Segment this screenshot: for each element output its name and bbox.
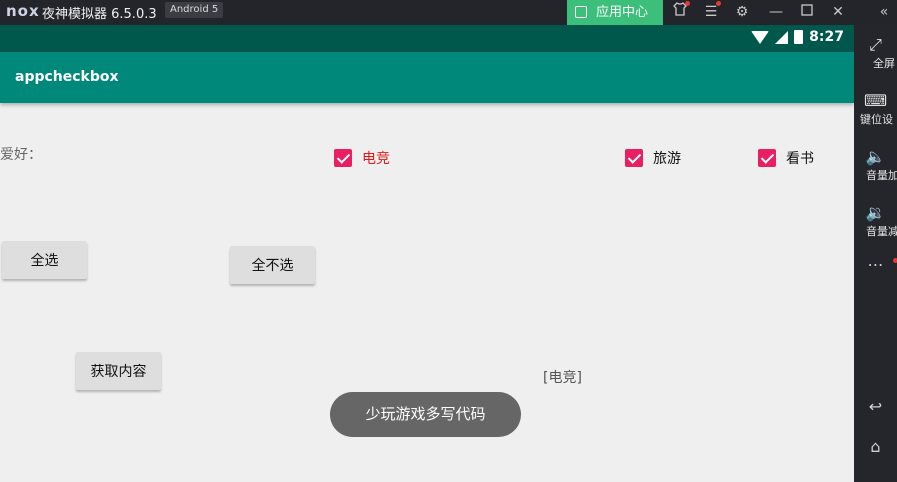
volume-down-icon: 🔉 [865, 203, 886, 222]
settings-gear-icon[interactable]: ⚙ [729, 0, 755, 25]
checkbox-esports[interactable]: 电竞 [334, 148, 390, 168]
maximize-icon[interactable] [794, 0, 820, 25]
minimize-icon[interactable]: — [763, 0, 789, 25]
keyboard-icon: ⌨ [863, 91, 888, 110]
nox-logo: nox [6, 2, 40, 20]
sidebar-volume-up[interactable]: 🔈 音量加 [854, 147, 897, 183]
emulator-sidebar: ⤢ 全屏 ⌨ 键位设 🔈 音量加 🔉 音量减 ⋯ ↩ ⌂ [854, 25, 897, 482]
fullscreen-icon: ⤢ [869, 35, 882, 54]
sidebar-fullscreen[interactable]: ⤢ 全屏 [854, 35, 897, 71]
emulator-title: 夜神模拟器 6.5.0.3 [42, 7, 157, 22]
back-icon[interactable]: ↩ [854, 397, 897, 416]
get-content-button[interactable]: 获取内容 [76, 352, 161, 390]
close-icon[interactable]: ✕ [825, 0, 851, 25]
notification-dot [716, 1, 721, 6]
volume-up-icon: 🔈 [865, 147, 886, 166]
checkbox-reading[interactable]: 看书 [758, 148, 814, 168]
app-center-label: 应用中心 [596, 5, 649, 20]
app-bar: appcheckbox [0, 52, 854, 103]
sidebar-volume-down[interactable]: 🔉 音量减 [854, 203, 897, 239]
status-time: 8:27 [809, 29, 844, 45]
wifi-icon [751, 30, 770, 44]
result-text: [电竞] [543, 370, 582, 386]
collapse-sidebar-icon[interactable]: « [871, 0, 897, 25]
shopping-bag-icon [575, 6, 587, 18]
emulator-title-bar: nox 夜神模拟器 6.5.0.3 Android 5 应用中心 ☰ ⚙ — ✕… [0, 0, 897, 25]
hobby-label: 爱好： [0, 147, 42, 163]
battery-icon [794, 30, 804, 44]
checkbox-checked-icon [334, 149, 352, 167]
signal-icon [775, 30, 789, 44]
checkbox-travel[interactable]: 旅游 [625, 148, 681, 168]
select-none-button[interactable]: 全不选 [230, 246, 315, 284]
android-status-bar: 8:27 [0, 25, 854, 52]
app-center-button[interactable]: 应用中心 [567, 0, 663, 25]
android-screen: 8:27 appcheckbox 爱好： 电竞 旅游 看书 全选 全不选 获取内… [0, 25, 854, 482]
notification-dot [893, 258, 897, 263]
android-version-badge: Android 5 [165, 2, 224, 18]
checkbox-checked-icon [625, 149, 643, 167]
sidebar-keymapping[interactable]: ⌨ 键位设 [854, 91, 897, 127]
app-title: appcheckbox [15, 69, 119, 85]
notification-dot [685, 1, 690, 6]
select-all-button[interactable]: 全选 [2, 241, 87, 279]
more-options-icon[interactable]: ⋯ [854, 255, 897, 274]
checkbox-checked-icon [758, 149, 776, 167]
home-icon[interactable]: ⌂ [854, 437, 897, 456]
toast-message: 少玩游戏多写代码 [330, 392, 521, 437]
